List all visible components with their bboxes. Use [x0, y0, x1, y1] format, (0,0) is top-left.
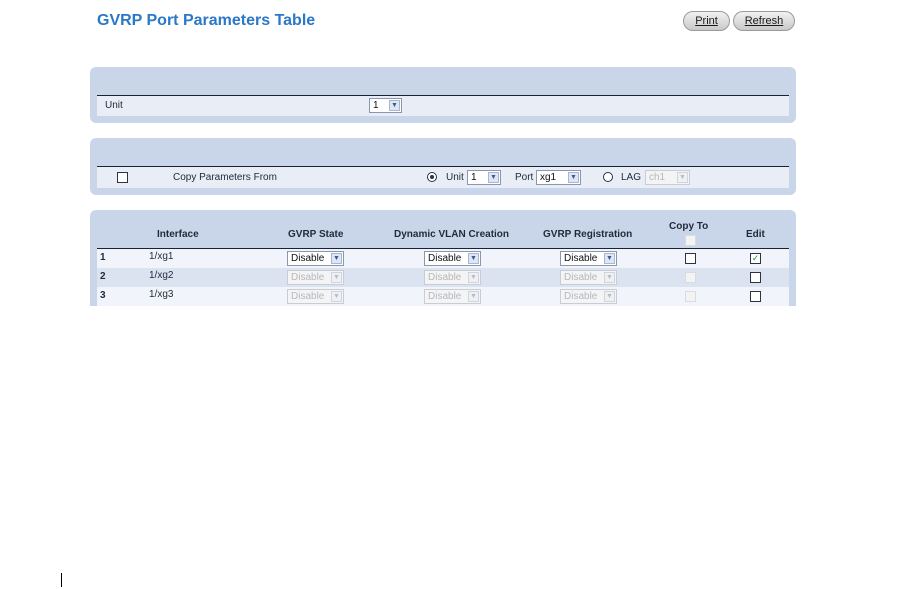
chevron-down-icon: ▼: [488, 172, 499, 183]
col-header-gvrp-state: GVRP State: [288, 229, 344, 240]
chevron-down-icon: ▼: [568, 172, 579, 183]
gvrp-state-select[interactable]: Disable ▼: [287, 270, 344, 285]
print-button[interactable]: Print: [683, 11, 730, 31]
check-icon: ✓: [751, 253, 760, 263]
table-row: 3 1/xg3 Disable ▼ Disable ▼ Disable ▼: [97, 287, 789, 306]
chevron-down-icon: ▼: [331, 291, 342, 302]
table-row: 2 1/xg2 Disable ▼ Disable ▼ Disable ▼: [97, 268, 789, 287]
copy-parameters-checkbox[interactable]: [117, 172, 128, 183]
copy-to-checkbox[interactable]: [685, 253, 696, 264]
col-header-gvrp-registration: GVRP Registration: [543, 229, 633, 240]
chevron-down-icon: ▼: [604, 291, 615, 302]
chevron-down-icon: ▼: [468, 291, 479, 302]
table-row: 1 1/xg1 Disable ▼ Disable ▼ Disable ▼ ✓: [97, 249, 789, 268]
copy-unit-label: Unit: [446, 172, 464, 183]
copy-to-all-checkbox[interactable]: [685, 235, 696, 246]
row-interface: 1/xg2: [149, 270, 174, 281]
gvrp-registration-value: Disable: [564, 272, 598, 283]
col-header-dynamic-vlan: Dynamic VLAN Creation: [394, 229, 510, 240]
port-select[interactable]: xg1 ▼: [536, 170, 581, 185]
gvrp-state-value: Disable: [291, 291, 325, 302]
copy-unit-select-value: 1: [471, 172, 477, 183]
copy-panel: Copy Parameters From Unit 1 ▼ Port xg1 ▼…: [90, 138, 796, 195]
gvrp-state-select[interactable]: Disable ▼: [287, 289, 344, 304]
unit-select[interactable]: 1 ▼: [369, 98, 402, 113]
copy-to-checkbox[interactable]: [685, 291, 696, 302]
dynamic-vlan-value: Disable: [428, 253, 462, 264]
chevron-down-icon: ▼: [468, 272, 479, 283]
port-select-value: xg1: [540, 172, 557, 183]
copy-to-checkbox[interactable]: [685, 272, 696, 283]
gvrp-registration-select[interactable]: Disable ▼: [560, 251, 617, 266]
chevron-down-icon: ▼: [604, 253, 615, 264]
unit-row: Unit 1 ▼: [97, 95, 789, 116]
gvrp-registration-select[interactable]: Disable ▼: [560, 289, 617, 304]
dynamic-vlan-value: Disable: [428, 272, 462, 283]
unit-panel: Unit 1 ▼: [90, 67, 796, 123]
gvrp-registration-value: Disable: [564, 253, 598, 264]
edit-checkbox[interactable]: [750, 272, 761, 283]
copy-parameters-label: Copy Parameters From: [173, 172, 277, 183]
radio-selected-dot: [430, 175, 434, 179]
col-header-edit: Edit: [746, 229, 765, 240]
edit-checkbox[interactable]: ✓: [750, 253, 761, 264]
lag-label: LAG: [621, 172, 642, 183]
gvrp-state-value: Disable: [291, 253, 325, 264]
gvrp-registration-select[interactable]: Disable ▼: [560, 270, 617, 285]
gvrp-registration-value: Disable: [564, 291, 598, 302]
lag-radio[interactable]: [603, 172, 613, 182]
col-header-interface: Interface: [157, 229, 199, 240]
row-index: 2: [100, 271, 106, 282]
chevron-down-icon: ▼: [331, 253, 342, 264]
copy-row: Copy Parameters From Unit 1 ▼ Port xg1 ▼…: [97, 166, 789, 188]
page-margin-mark: [61, 573, 62, 587]
gvrp-state-value: Disable: [291, 272, 325, 283]
lag-select[interactable]: ch1 ▼: [645, 170, 690, 185]
dynamic-vlan-select[interactable]: Disable ▼: [424, 289, 481, 304]
gvrp-state-select[interactable]: Disable ▼: [287, 251, 344, 266]
page-title: GVRP Port Parameters Table: [97, 12, 316, 29]
chevron-down-icon: ▼: [677, 172, 688, 183]
row-index: 1: [100, 252, 106, 263]
dynamic-vlan-select[interactable]: Disable ▼: [424, 251, 481, 266]
port-label: Port: [515, 172, 534, 183]
copy-unit-select[interactable]: 1 ▼: [467, 170, 501, 185]
edit-checkbox[interactable]: [750, 291, 761, 302]
ports-table-panel: Interface GVRP State Dynamic VLAN Creati…: [90, 210, 796, 306]
unit-select-value: 1: [373, 100, 379, 111]
dynamic-vlan-select[interactable]: Disable ▼: [424, 270, 481, 285]
chevron-down-icon: ▼: [468, 253, 479, 264]
chevron-down-icon: ▼: [604, 272, 615, 283]
dynamic-vlan-value: Disable: [428, 291, 462, 302]
unit-radio[interactable]: [427, 172, 437, 182]
col-header-copy-to: Copy To: [669, 221, 709, 232]
row-interface: 1/xg1: [149, 251, 174, 262]
chevron-down-icon: ▼: [389, 100, 400, 111]
refresh-button[interactable]: Refresh: [733, 11, 795, 31]
lag-select-value: ch1: [649, 172, 666, 183]
row-interface: 1/xg3: [149, 289, 174, 300]
chevron-down-icon: ▼: [331, 272, 342, 283]
unit-label: Unit: [105, 100, 123, 111]
row-index: 3: [100, 290, 106, 301]
